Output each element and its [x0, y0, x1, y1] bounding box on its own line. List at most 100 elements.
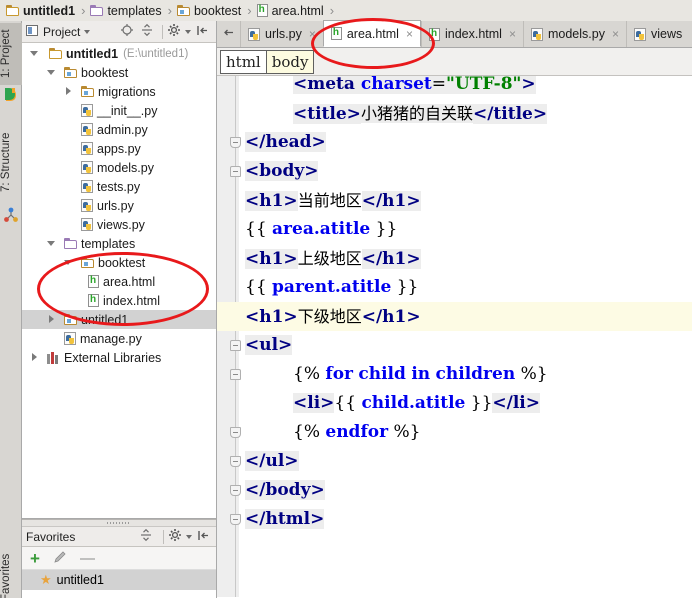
add-icon[interactable]: + — [30, 550, 40, 567]
chevron-right-icon[interactable] — [47, 315, 56, 324]
chevron-right-icon[interactable] — [64, 87, 73, 96]
editor-tab-label: area.html — [346, 26, 399, 41]
tool-tab-project[interactable]: 1: Project — [0, 23, 22, 85]
django-structure-icon[interactable] — [3, 87, 19, 103]
divider — [163, 529, 164, 544]
tree-item-untitled1-root[interactable]: untitled1 (E:\untitled1) — [22, 44, 216, 63]
project-view-selector[interactable]: Project — [26, 24, 91, 40]
code-line[interactable]: <body> — [217, 157, 692, 186]
tool-tab-structure[interactable]: 7: Structure — [0, 121, 22, 203]
tree-item-external-libraries[interactable]: External Libraries — [22, 348, 216, 367]
hide-panel-left-icon[interactable] — [222, 26, 235, 42]
tree-item-admin-py[interactable]: admin.py — [22, 120, 216, 139]
collapse-all-icon[interactable] — [139, 528, 153, 545]
tree-item-tests-py[interactable]: tests.py — [22, 177, 216, 196]
tree-item-templates[interactable]: templates — [22, 234, 216, 253]
chevron-right-icon[interactable] — [30, 353, 39, 362]
structure-crumb-html[interactable]: html — [220, 49, 267, 74]
tree-item-init-py[interactable]: __init__.py — [22, 101, 216, 120]
code-line[interactable]: <h1>当前地区</h1> — [217, 186, 692, 215]
editor-tab-models-py[interactable]: models.py × — [522, 21, 626, 47]
tree-item-untitled1-module[interactable]: untitled1 — [22, 310, 216, 329]
editor-tab-label: index.html — [444, 27, 502, 41]
editor-structure-breadcrumb: html body — [217, 48, 692, 76]
close-icon[interactable]: × — [406, 27, 413, 41]
python-file-icon — [81, 199, 93, 212]
code-line[interactable]: <ul> — [217, 331, 692, 360]
code-token: {% — [293, 422, 326, 442]
code-line[interactable]: {{ parent.atitle }} — [217, 273, 692, 302]
hide-panel-icon[interactable] — [196, 24, 209, 40]
tree-item-migrations[interactable]: migrations — [22, 82, 216, 101]
tree-item-manage-py[interactable]: manage.py — [22, 329, 216, 348]
code-line[interactable]: {% for child in children %} — [217, 360, 692, 389]
close-icon[interactable]: × — [309, 27, 316, 41]
locate-icon[interactable] — [120, 23, 134, 40]
tree-item-label: apps.py — [97, 141, 141, 156]
chevron-down-icon — [84, 29, 91, 34]
project-tree[interactable]: untitled1 (E:\untitled1) booktest migrat… — [22, 44, 216, 518]
html-file-icon — [428, 27, 440, 41]
favorites-item-untitled1[interactable]: ★ untitled1 — [22, 570, 216, 590]
code-line[interactable]: </head> — [217, 128, 692, 157]
code-editor[interactable]: <meta charset="UTF-8"> <title>小猪猪的自关联</ti… — [217, 76, 692, 597]
tree-item-label: index.html — [103, 293, 160, 308]
tree-item-views-py[interactable]: views.py — [22, 215, 216, 234]
breadcrumb-item-booktest[interactable]: booktest — [176, 0, 241, 21]
breadcrumb-item-area-html[interactable]: area.html — [256, 0, 324, 21]
code-line[interactable]: <h1>下级地区</h1> — [217, 302, 692, 331]
editor-tab-index-html[interactable]: index.html × — [420, 21, 523, 47]
code-line[interactable]: </ul> — [217, 447, 692, 476]
code-line[interactable]: <title>小猪猪的自关联</title> — [217, 99, 692, 128]
breadcrumb-item-templates[interactable]: templates — [90, 0, 162, 21]
breadcrumb-item-untitled1[interactable]: untitled1 — [6, 0, 75, 21]
tree-item-booktest[interactable]: booktest — [22, 63, 216, 82]
chevron-down-icon[interactable] — [47, 68, 56, 77]
structure-crumb-body[interactable]: body — [265, 49, 315, 74]
folder-icon — [176, 5, 190, 16]
code-line[interactable]: <li>{{ child.atitle }}</li> — [217, 389, 692, 418]
tree-item-index-html[interactable]: index.html — [22, 291, 216, 310]
tree-item-area-html[interactable]: area.html — [22, 272, 216, 291]
structure-tree-icon[interactable] — [3, 207, 19, 223]
code-line[interactable]: </html> — [217, 505, 692, 534]
code-line[interactable]: {{ area.atitle }} — [217, 215, 692, 244]
code-line[interactable]: <h1>上级地区</h1> — [217, 244, 692, 273]
tree-item-templates-booktest[interactable]: booktest — [22, 253, 216, 272]
editor-tab-area-html[interactable]: area.html × — [322, 20, 421, 47]
chevron-down-icon[interactable] — [185, 29, 191, 34]
panel-resize-handle[interactable] — [22, 519, 216, 527]
code-token: 当前地区 — [297, 191, 362, 210]
code-token: <ul> — [245, 335, 293, 355]
close-icon[interactable]: × — [612, 27, 619, 41]
tree-item-label: migrations — [98, 84, 156, 99]
code-token: children — [435, 364, 516, 384]
editor-tab-urls-py[interactable]: urls.py × — [240, 21, 323, 47]
tree-item-urls-py[interactable]: urls.py — [22, 196, 216, 215]
remove-icon[interactable]: — — [80, 551, 95, 566]
code-token: %} — [515, 364, 548, 384]
chevron-down-icon[interactable] — [64, 258, 73, 267]
settings-gear-icon[interactable] — [168, 528, 182, 545]
settings-gear-icon[interactable] — [167, 23, 181, 40]
chevron-down-icon[interactable] — [186, 534, 192, 539]
code-text: {% endfor %} — [293, 422, 420, 442]
code-line[interactable]: {% endfor %} — [217, 418, 692, 447]
star-icon: ★ — [40, 572, 52, 587]
breadcrumb-label: untitled1 — [23, 3, 76, 18]
python-file-icon — [64, 332, 76, 345]
close-icon[interactable]: × — [509, 27, 516, 41]
chevron-down-icon[interactable] — [30, 49, 39, 58]
code-token: <li> — [293, 393, 335, 413]
edit-icon[interactable] — [53, 550, 67, 567]
chevron-down-icon[interactable] — [47, 239, 56, 248]
tree-item-apps-py[interactable]: apps.py — [22, 139, 216, 158]
code-line[interactable]: </body> — [217, 476, 692, 505]
tree-item-models-py[interactable]: models.py — [22, 158, 216, 177]
code-line[interactable]: <meta charset="UTF-8"> — [217, 76, 692, 99]
hide-panel-icon[interactable] — [197, 529, 210, 545]
tool-tab-favorites[interactable]: Favorites — [0, 541, 22, 598]
collapse-all-icon[interactable] — [140, 23, 154, 40]
html-file-icon — [330, 27, 342, 40]
editor-tab-views-py[interactable]: views — [625, 21, 689, 47]
